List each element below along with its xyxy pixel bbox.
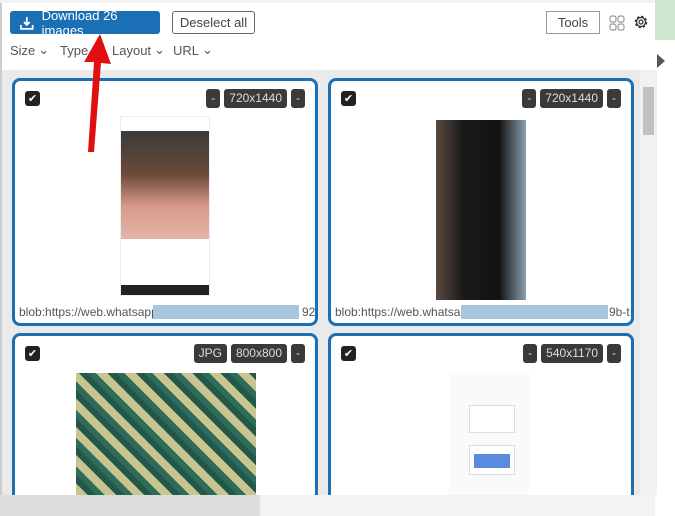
red-arrow-annotation	[84, 34, 111, 152]
